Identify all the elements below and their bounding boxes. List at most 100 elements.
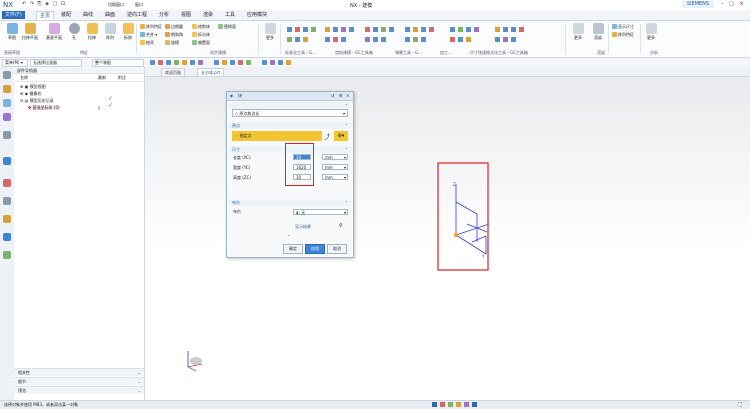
constraint-navigator-icon[interactable] (3, 99, 11, 107)
sync-status-icon[interactable] (472, 402, 477, 407)
panel-details[interactable]: 细节 ⌄ (14, 377, 144, 385)
ok-button[interactable]: 确定 (283, 244, 303, 254)
snap-icon[interactable] (150, 60, 155, 65)
extrude-plane-button[interactable]: 拉伸平面 (22, 23, 38, 41)
hd3d-icon[interactable] (3, 157, 11, 165)
tree-item-cameras[interactable]: ⊞ ◉ 摄像机 (20, 91, 41, 96)
view-zoom-icon[interactable] (238, 60, 243, 65)
menu-button[interactable]: 菜单(M) ▾ (2, 59, 28, 67)
system-material-icon[interactable] (3, 215, 11, 223)
cancel-button[interactable]: 取消 (327, 244, 347, 254)
boolean-select[interactable]: ◧ 无 ▾ (293, 209, 348, 215)
tree-item-model-history[interactable]: ⊟ ▤ 模型历史记录 (20, 98, 54, 103)
section-boolean[interactable]: 布尔 ⌃ (229, 199, 351, 206)
part-navigator-icon[interactable] (3, 71, 11, 79)
tab-application[interactable]: 应用模块 (244, 11, 270, 19)
origin-point-icon[interactable] (453, 232, 459, 238)
panel-dependencies[interactable]: 相关性 ⌄ (14, 368, 144, 376)
dialog-close-icon[interactable]: × (346, 92, 349, 100)
orient-icon[interactable] (262, 60, 267, 65)
column-note[interactable]: 附注 (118, 74, 126, 81)
trim-body-button[interactable]: 修剪体 (192, 24, 210, 30)
type-select[interactable]: ◇ 原点和边长 ▾ (232, 109, 348, 117)
show-result-link[interactable]: 显示结果 (295, 223, 311, 230)
layer-status-icon[interactable] (448, 402, 453, 407)
column-name[interactable]: 名称 (20, 74, 28, 81)
extrude-button[interactable]: 拉伸 (84, 23, 100, 41)
window-menu[interactable]: 窗口 (135, 2, 143, 8)
measure-button[interactable]: 阵列特征 (612, 32, 634, 38)
tab-tools[interactable]: 工具 (222, 11, 238, 19)
edge-blend-button[interactable]: 边倒圆 (165, 24, 183, 30)
replace-face-button[interactable]: 替换面 (218, 24, 236, 30)
pattern-feature-button[interactable]: 阵列特征 (140, 24, 162, 30)
section-type[interactable]: ⌃ (229, 102, 351, 109)
grid-icon[interactable] (198, 60, 203, 65)
draft-button[interactable]: 拔模 (165, 40, 179, 46)
column-latest[interactable]: 最新 (98, 74, 106, 81)
display-dim-button[interactable]: 显示尺寸 (612, 24, 634, 30)
remove-button[interactable]: 拆除 (120, 23, 136, 41)
apply-button[interactable]: 应用 (305, 244, 325, 254)
point-dialog-icon[interactable]: ⤴ (324, 132, 332, 141)
switch-window-button[interactable]: 切换窗口 (108, 2, 124, 8)
render-button[interactable]: 渲染 (590, 23, 606, 41)
view-pan-icon[interactable] (230, 60, 235, 65)
length-unit-select[interactable]: mm ▾ (322, 154, 348, 160)
more-button-3[interactable]: 更多 (643, 23, 659, 41)
height-unit-select[interactable]: mm ▾ (322, 174, 348, 180)
preview-search-icon[interactable]: ⚲ (339, 223, 343, 229)
more-options-chevron-icon[interactable]: ⌄ (287, 232, 290, 237)
reuse-library-icon[interactable] (3, 131, 11, 139)
measure-distance-icon[interactable] (286, 60, 291, 65)
assembly-navigator-icon[interactable] (3, 85, 11, 93)
datum-csys-graphic[interactable]: Z X Y (437, 162, 489, 272)
section-origin[interactable]: 原点 ⌃ (229, 122, 351, 129)
chamfer-button[interactable]: 倒斜角 (165, 32, 183, 38)
tab-reverse-engineering[interactable]: 逆向工程 (124, 11, 150, 19)
web-browser-icon[interactable] (3, 179, 11, 187)
end-icon[interactable] (166, 60, 171, 65)
more-button[interactable]: 更多 (262, 23, 278, 41)
width-unit-select[interactable]: mm ▾ (322, 164, 348, 170)
mid-icon[interactable] (174, 60, 179, 65)
history-icon[interactable] (3, 197, 11, 205)
offset-face-button[interactable]: 偏置面 (192, 40, 210, 46)
point-type-dropdown[interactable]: ⊕▾ (334, 131, 348, 141)
center-icon[interactable] (182, 60, 187, 65)
process-studio-icon[interactable] (3, 233, 11, 241)
sketch-button[interactable]: 草图 (4, 23, 20, 41)
tab-surface[interactable]: 曲面 (102, 11, 118, 19)
tab-file[interactable]: 文件(F) (2, 11, 25, 19)
datum-plane-button[interactable]: 基准平面 (46, 23, 62, 41)
shell-button[interactable]: 抽壳 (140, 40, 154, 46)
quick-access-toolbar[interactable]: ↶ ↷ ⎘ ◈ ▢ ⊡ (22, 1, 66, 7)
tab-home[interactable]: 主页 (36, 11, 55, 20)
more-button-2[interactable]: 更多 (570, 23, 586, 41)
tab-part-file[interactable]: 长方体.prt (197, 68, 225, 76)
tab-curve[interactable]: 曲线 (80, 11, 96, 19)
show-hide-icon[interactable] (278, 60, 283, 65)
panel-preview[interactable]: 预览 ⌄ (14, 386, 144, 394)
maximize-button[interactable]: □ (727, 1, 736, 8)
tab-view[interactable]: 视图 (178, 11, 194, 19)
reset-icon[interactable]: ↺ (331, 92, 334, 100)
filter-select[interactable]: 无选择过滤器 (30, 59, 82, 67)
settings-icon[interactable]: ⚙ (339, 92, 343, 100)
view-fit-icon[interactable] (214, 60, 219, 65)
hole-button[interactable]: 孔 (66, 23, 82, 41)
tab-welcome[interactable]: 欢迎页面 (161, 68, 185, 76)
view-rotate-icon[interactable] (222, 60, 227, 65)
view-status-icon[interactable] (464, 402, 469, 407)
tangent-icon[interactable] (190, 60, 195, 65)
tool-icon-grid[interactable] (285, 25, 555, 49)
tab-render[interactable]: 渲染 (200, 11, 216, 19)
tab-analysis[interactable]: 分析 (156, 11, 172, 19)
minimize-button[interactable]: – (718, 1, 727, 8)
part-history-icon[interactable] (3, 113, 11, 121)
wcs-status-icon[interactable] (456, 402, 461, 407)
render-style-icon[interactable] (246, 60, 251, 65)
scope-select[interactable]: 整个装配 (92, 59, 144, 67)
tree-item-datum-csys[interactable]: ✚ 基准坐标系 (0) (28, 105, 60, 110)
roles-icon[interactable] (3, 251, 11, 259)
